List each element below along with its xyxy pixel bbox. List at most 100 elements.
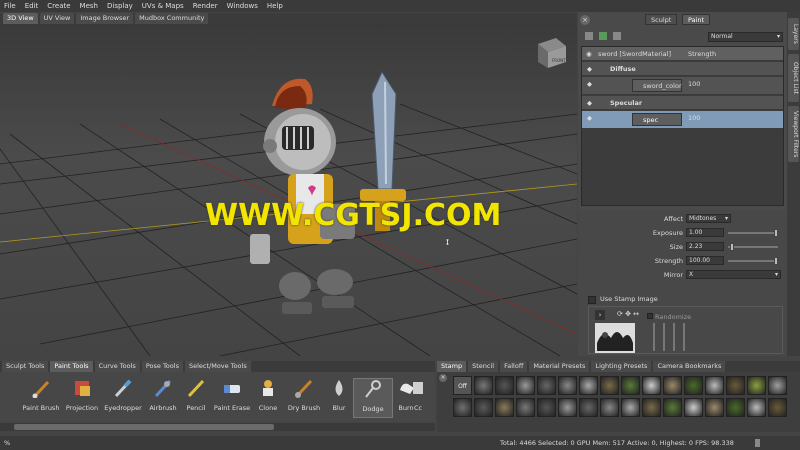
delete-layer-icon[interactable] [613,32,621,40]
tab-sculpt-tools[interactable]: Sculpt Tools [2,361,49,372]
paint-brush-tool[interactable]: Paint Brush [21,378,61,418]
randomize-checkbox[interactable] [647,313,653,319]
list-item[interactable]: ◆ Diffuse [582,62,783,76]
menu-create[interactable]: Create [47,2,70,10]
new-layer-icon[interactable] [585,32,593,40]
stamp-thumbnail[interactable] [705,398,724,417]
strength-field[interactable]: 100.00 [686,256,724,265]
pencil-tool[interactable]: Pencil [176,378,216,418]
rand-slider-3[interactable] [673,323,675,351]
close-panel-icon[interactable]: × [580,15,590,25]
tab-3d-view[interactable]: 3D View [3,13,38,24]
stamp-thumbnail[interactable] [600,398,619,417]
list-item[interactable]: ◆ sword_color 100 [582,77,783,95]
clone-tool[interactable]: Clone [248,378,288,418]
rand-slider-2[interactable] [663,323,665,351]
stamp-thumbnail[interactable] [684,398,703,417]
stamp-thumbnail[interactable] [453,398,472,417]
menu-display[interactable]: Display [107,2,133,10]
tab-stamp[interactable]: Stamp [437,361,467,372]
strength-knob[interactable] [774,257,778,265]
exposure-field[interactable]: 1.00 [686,228,724,237]
list-item[interactable]: ◆ spec 100 [582,111,783,129]
tab-curve-tools[interactable]: Curve Tools [94,361,140,372]
menu-help[interactable]: Help [267,2,283,10]
tab-mudbox-community[interactable]: Mudbox Community [135,13,209,24]
side-tab-object-list[interactable]: Object List [788,54,799,102]
stamp-thumbnail[interactable] [558,376,577,395]
stamp-thumbnail[interactable] [768,398,787,417]
tab-stencil[interactable]: Stencil [468,361,499,372]
view-cube[interactable]: FRONT [538,38,566,68]
stamp-thumbnail[interactable] [495,398,514,417]
eyedropper-tool[interactable]: Eyedropper [103,378,143,418]
use-stamp-checkbox[interactable] [588,296,596,304]
exposure-knob[interactable] [774,229,778,237]
stamp-thumbnail[interactable] [684,376,703,395]
eye-icon[interactable]: ◉ [586,47,592,61]
stamp-thumbnail[interactable] [747,398,766,417]
dry-brush-tool[interactable]: Dry Brush [284,378,324,418]
stamp-thumbnail[interactable] [558,398,577,417]
stamp-thumbnail[interactable] [726,398,745,417]
stamp-thumbnail[interactable] [474,398,493,417]
stamp-thumbnail[interactable] [621,398,640,417]
stamp-thumbnail[interactable] [726,376,745,395]
stamp-thumbnail[interactable] [495,376,514,395]
stamp-thumbnail[interactable] [516,376,535,395]
projection-tool[interactable]: Projection [62,378,102,418]
3d-viewport[interactable]: FRONT [0,24,577,356]
menu-edit[interactable]: Edit [25,2,39,10]
menu-uvs-maps[interactable]: UVs & Maps [142,2,184,10]
side-tab-viewport-filters[interactable]: Viewport Filters [788,106,799,162]
stamp-thumbnail[interactable] [516,398,535,417]
stamp-off[interactable]: Off [453,376,472,395]
exposure-slider[interactable] [728,232,778,234]
tab-lighting-presets[interactable]: Lighting Presets [591,361,652,372]
close-stamp-icon[interactable]: × [439,374,447,382]
cc-tool[interactable]: Cc [408,378,428,418]
size-knob[interactable] [730,243,734,251]
rand-slider-4[interactable] [683,323,685,351]
stamp-thumbnail[interactable] [621,376,640,395]
tab-material-presets[interactable]: Material Presets [529,361,590,372]
list-item[interactable]: ◆ Specular [582,96,783,110]
tool-scrollbar-thumb[interactable] [14,424,274,430]
stamp-thumbnail[interactable] [705,376,724,395]
tab-uv-view[interactable]: UV View [39,13,75,24]
tab-select-move-tools[interactable]: Select/Move Tools [184,361,251,372]
paint-erase-tool[interactable]: Paint Erase [212,378,252,418]
stamp-thumbnail[interactable] [537,376,556,395]
stamp-thumbnail[interactable] [474,376,493,395]
menu-file[interactable]: File [4,2,16,10]
stamp-thumbnail[interactable] [579,398,598,417]
tab-image-browser[interactable]: Image Browser [76,13,134,24]
menu-render[interactable]: Render [193,2,218,10]
duplicate-layer-icon[interactable] [599,32,607,40]
tab-falloff[interactable]: Falloff [500,361,528,372]
strength-slider[interactable] [728,260,778,262]
tab-paint[interactable]: Paint [682,14,711,25]
size-slider[interactable] [728,246,778,248]
stamp-arrow-icon[interactable]: › [595,310,605,320]
stamp-thumbnail[interactable] [600,376,619,395]
status-handle[interactable] [755,439,760,447]
blend-mode-select[interactable]: Normal ▾ [708,32,783,42]
side-tab-layers[interactable]: Layers [788,18,799,50]
tab-sculpt[interactable]: Sculpt [645,14,678,25]
stamp-thumbnail[interactable] [642,376,661,395]
stamp-thumbnail[interactable] [663,376,682,395]
stamp-thumbnail[interactable] [642,398,661,417]
tab-pose-tools[interactable]: Pose Tools [141,361,183,372]
stamp-thumbnail[interactable] [579,376,598,395]
stamp-thumbnail[interactable] [747,376,766,395]
affect-select[interactable]: Midtones ▾ [686,214,731,223]
menu-mesh[interactable]: Mesh [80,2,98,10]
rand-slider-1[interactable] [653,323,655,351]
mirror-select[interactable]: X ▾ [686,270,781,279]
stamp-tools-icon[interactable]: ⟳ ✥ ↔ [617,310,639,318]
stamp-thumbnail[interactable] [663,398,682,417]
layer-header[interactable]: ◉ sword [SwordMaterial] Strength [582,47,783,61]
menu-windows[interactable]: Windows [227,2,258,10]
tab-paint-tools[interactable]: Paint Tools [50,361,93,372]
